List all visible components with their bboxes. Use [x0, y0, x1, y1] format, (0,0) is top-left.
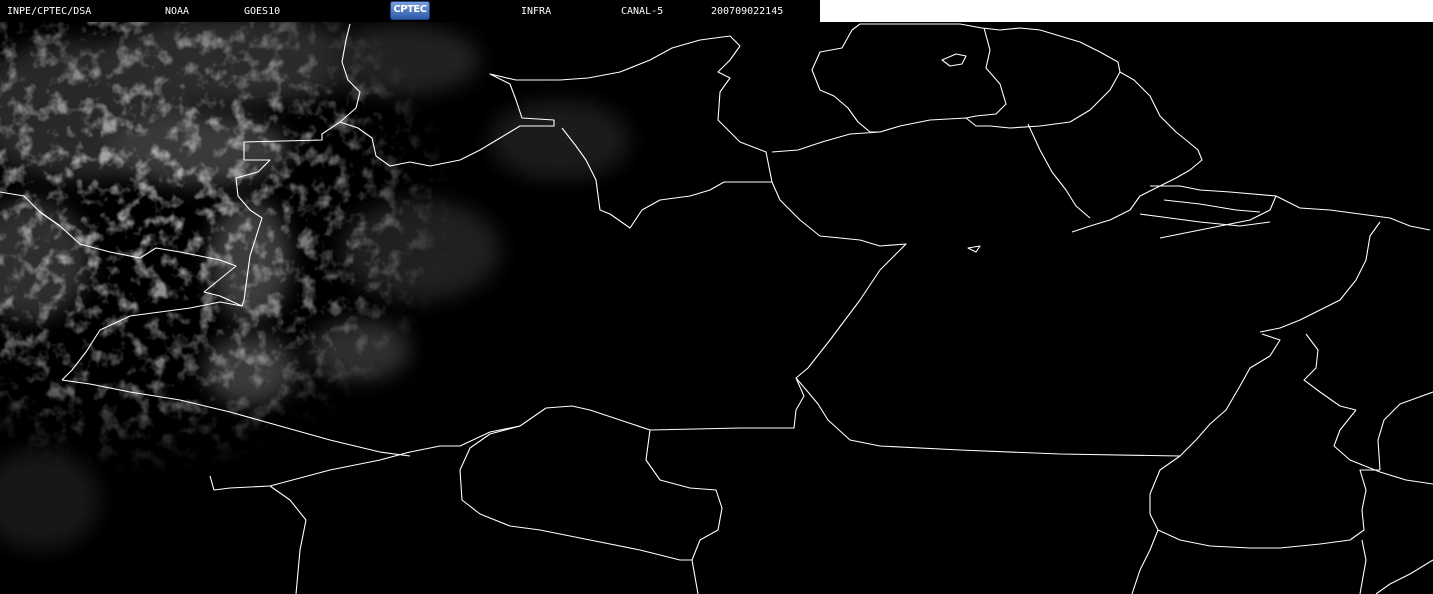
cloud-layer: [0, 15, 700, 594]
logo-text: CPTEC: [393, 4, 427, 15]
satellite-image-viewer: INPE/CPTEC/DSA NOAA GOES10 CPTEC INFRA C…: [0, 0, 1433, 594]
source-label: INPE/CPTEC/DSA: [7, 6, 92, 17]
timestamp-label: 200709022145: [711, 6, 784, 17]
image-header-bar: INPE/CPTEC/DSA NOAA GOES10 CPTEC INFRA C…: [0, 0, 820, 22]
cptec-logo: CPTEC: [390, 1, 430, 20]
satellite-label: GOES10: [244, 6, 281, 17]
header-blank-area: [820, 0, 1433, 22]
satellite-map: [0, 15, 1433, 594]
channel-label: CANAL-5: [621, 6, 664, 17]
band-label: INFRA: [521, 6, 552, 17]
agency-label: NOAA: [165, 6, 190, 17]
